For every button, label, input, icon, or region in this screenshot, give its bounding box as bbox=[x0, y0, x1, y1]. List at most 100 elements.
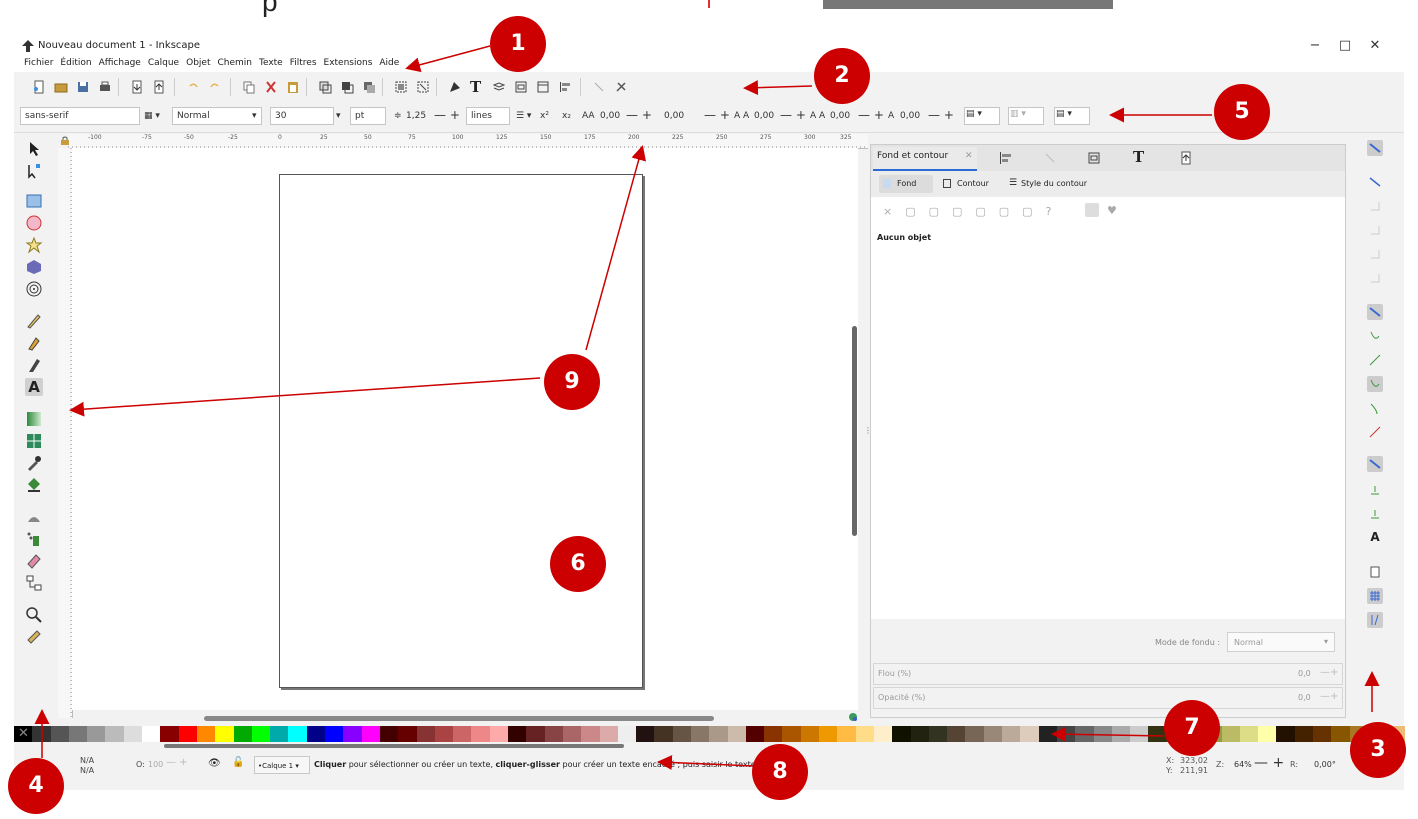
text-direction-select[interactable]: ▤ ▾ bbox=[1054, 107, 1090, 125]
blend-mode-select[interactable]: Normal ▾ bbox=[1227, 632, 1335, 652]
objects-icon[interactable] bbox=[536, 80, 550, 94]
menu-calque[interactable]: Calque bbox=[148, 56, 184, 72]
palette-swatch[interactable] bbox=[1002, 726, 1021, 742]
star-tool-icon[interactable] bbox=[25, 236, 43, 254]
maximize-button[interactable]: □ bbox=[1334, 38, 1356, 53]
chevron-down-icon[interactable]: ▾ bbox=[252, 111, 257, 121]
palette-swatch[interactable] bbox=[1111, 726, 1131, 742]
hide-layer-eye-icon[interactable]: 👁 bbox=[208, 758, 221, 769]
font-style-select[interactable]: Normal bbox=[172, 107, 262, 125]
zoom-stepper[interactable]: — + bbox=[1254, 755, 1284, 771]
redo-icon[interactable] bbox=[208, 80, 222, 94]
line-height-unit-select[interactable]: lines bbox=[466, 107, 510, 125]
horizontal-ruler[interactable]: -100 -75 -50 -25 0 25 50 75 100 125 150 … bbox=[68, 134, 868, 149]
palette-swatch[interactable] bbox=[1258, 726, 1277, 742]
menu-objet[interactable]: Objet bbox=[186, 56, 215, 72]
word-spacing-stepper[interactable]: — + bbox=[704, 108, 730, 122]
selector-arrow-icon[interactable] bbox=[25, 140, 43, 158]
opacity-slider-row[interactable]: Opacité (%) 0,0 —+ bbox=[873, 687, 1343, 709]
snap-bbox-icon[interactable] bbox=[1367, 174, 1383, 190]
palette-swatch[interactable] bbox=[288, 726, 307, 742]
panel-resize-handle[interactable]: ⋮ bbox=[864, 426, 872, 435]
snap-bbox-center-icon[interactable] bbox=[1367, 270, 1383, 286]
palette-swatch[interactable] bbox=[178, 726, 197, 742]
cut-icon[interactable] bbox=[264, 80, 278, 94]
open-folder-icon[interactable] bbox=[54, 80, 68, 94]
menu-filtres[interactable]: Filtres bbox=[290, 56, 322, 72]
layer-select[interactable]: •Calque 1 ▾ bbox=[254, 756, 310, 774]
vertical-ruler[interactable] bbox=[58, 148, 73, 718]
hkern-stepper[interactable]: — + bbox=[780, 108, 806, 122]
snap-cusp-nodes-icon[interactable] bbox=[1367, 376, 1383, 392]
palette-swatch[interactable] bbox=[215, 726, 234, 742]
snap-rotation-centers-icon[interactable] bbox=[1367, 506, 1383, 522]
palette-swatch[interactable] bbox=[105, 726, 124, 742]
subtab-stroke[interactable]: Contour bbox=[941, 175, 1001, 193]
line-height-value[interactable]: 1,25 bbox=[406, 111, 426, 121]
palette-swatch[interactable] bbox=[727, 726, 746, 742]
palette-swatch[interactable] bbox=[142, 726, 161, 742]
palette-swatch[interactable] bbox=[965, 726, 984, 742]
palette-swatch[interactable] bbox=[196, 726, 216, 742]
palette-swatch[interactable] bbox=[434, 726, 454, 742]
no-paint-swatch-icon[interactable]: ✕ bbox=[18, 726, 29, 742]
palette-swatch[interactable] bbox=[489, 726, 509, 742]
vkern-value[interactable]: 0,00 bbox=[830, 111, 850, 121]
paint-type-buttons[interactable]: ×▢▢▢▢▢▢? bbox=[883, 205, 1064, 218]
menu-fichier[interactable]: Fichier bbox=[24, 56, 58, 72]
new-document-icon[interactable] bbox=[32, 80, 46, 94]
menu-extensions[interactable]: Extensions bbox=[324, 56, 378, 72]
save-icon[interactable] bbox=[76, 80, 90, 94]
print-icon[interactable] bbox=[98, 80, 112, 94]
line-height-stepper[interactable]: — + bbox=[434, 108, 460, 122]
palette-swatch[interactable] bbox=[837, 726, 856, 742]
text-tool-icon[interactable]: A bbox=[25, 378, 43, 396]
snap-nodes-icon[interactable] bbox=[1367, 304, 1383, 320]
palette-swatch[interactable] bbox=[453, 726, 472, 742]
clone-icon[interactable] bbox=[340, 80, 354, 94]
ungroup-icon[interactable] bbox=[416, 80, 430, 94]
copy-icon[interactable] bbox=[242, 80, 256, 94]
palette-swatch[interactable] bbox=[800, 726, 820, 742]
palette-swatch[interactable] bbox=[636, 726, 655, 742]
opacity-stepper[interactable]: —+ bbox=[1320, 691, 1338, 702]
lock-layer-icon[interactable]: 🔓 bbox=[232, 757, 244, 768]
font-size-input[interactable]: 30 bbox=[270, 107, 334, 125]
palette-swatch[interactable] bbox=[68, 726, 88, 742]
palette-swatch[interactable] bbox=[123, 726, 143, 742]
palette-swatch[interactable] bbox=[398, 726, 417, 742]
rectangle-tool-icon[interactable] bbox=[25, 192, 43, 210]
subtab-fill[interactable]: Fond bbox=[879, 175, 933, 193]
menu-affichage[interactable]: Affichage bbox=[99, 56, 146, 72]
tab-properties-icon[interactable] bbox=[1043, 151, 1057, 165]
blur-stepper[interactable]: —+ bbox=[1320, 667, 1338, 678]
font-family-input[interactable]: sans-serif bbox=[20, 107, 140, 125]
document-properties-icon[interactable] bbox=[592, 80, 606, 94]
calligraphy-tool-icon[interactable] bbox=[25, 356, 43, 374]
snap-grid-icon[interactable] bbox=[1367, 588, 1383, 604]
font-collection-icon[interactable]: ▦ ▾ bbox=[144, 111, 160, 121]
menu-aide[interactable]: Aide bbox=[379, 56, 404, 72]
palette-swatch[interactable] bbox=[873, 726, 893, 742]
rotation-value[interactable]: 0,00 bbox=[900, 111, 920, 121]
rotation-stepper[interactable]: — + bbox=[928, 108, 954, 122]
close-button[interactable]: ✕ bbox=[1364, 38, 1386, 53]
undo-icon[interactable] bbox=[186, 80, 200, 94]
palette-swatch[interactable] bbox=[690, 726, 710, 742]
palette-swatch[interactable] bbox=[910, 726, 929, 742]
mesh-tool-icon[interactable] bbox=[25, 432, 43, 450]
palette-swatch[interactable] bbox=[581, 726, 600, 742]
snap-bbox-edge-icon[interactable] bbox=[1367, 198, 1383, 214]
snap-page-border-icon[interactable] bbox=[1367, 564, 1383, 580]
letter-spacing-stepper[interactable]: — + bbox=[626, 108, 652, 122]
canvas-horizontal-scrollbar[interactable] bbox=[204, 716, 714, 721]
document-page[interactable] bbox=[279, 174, 643, 688]
palette-swatch[interactable] bbox=[508, 726, 527, 742]
tweak-tool-icon[interactable] bbox=[25, 508, 43, 526]
palette-swatch[interactable] bbox=[160, 726, 179, 742]
menu-texte[interactable]: Texte bbox=[259, 56, 288, 72]
chevron-down-icon[interactable]: ▾ bbox=[336, 111, 341, 121]
zoom-value[interactable]: 64% bbox=[1234, 760, 1252, 769]
lock-guides-icon[interactable] bbox=[60, 136, 70, 146]
snap-bbox-midpoint-icon[interactable] bbox=[1367, 246, 1383, 262]
